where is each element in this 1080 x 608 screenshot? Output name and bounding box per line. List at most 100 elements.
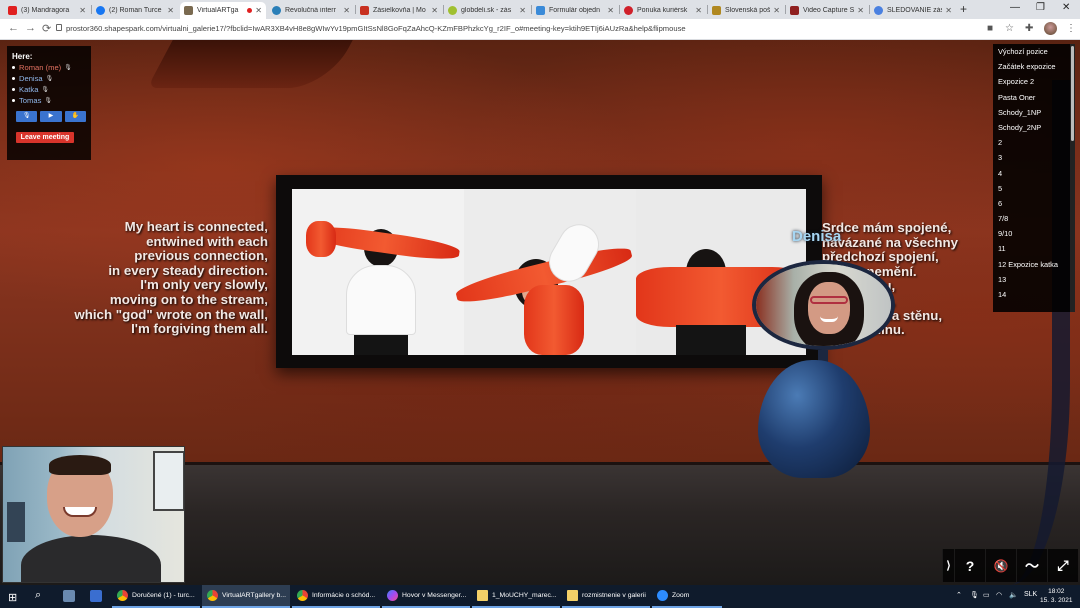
- language-indicator[interactable]: SLK: [1024, 591, 1037, 598]
- leave-meeting-button[interactable]: Leave meeting: [16, 132, 74, 143]
- google-icon: [874, 6, 883, 15]
- viewpoint-item[interactable]: 14: [993, 287, 1075, 302]
- viewpoint-item[interactable]: Výchozí pozice: [993, 44, 1075, 59]
- viewpoint-item[interactable]: Schody_1NP: [993, 105, 1075, 120]
- new-tab-button[interactable]: +: [960, 2, 967, 16]
- viewpoint-item[interactable]: 11: [993, 241, 1075, 256]
- volume-icon[interactable]: 🔈: [1009, 591, 1018, 599]
- close-icon[interactable]: ✕: [79, 6, 86, 15]
- windows-start-icon[interactable]: ⊞: [8, 591, 17, 604]
- search-icon[interactable]: ⌕: [35, 589, 41, 602]
- site-icon: [624, 6, 633, 15]
- reload-button[interactable]: ⟳: [42, 22, 51, 35]
- viewpoint-item[interactable]: 9/10: [993, 226, 1075, 241]
- viewpoint-item[interactable]: Expozice 2: [993, 74, 1075, 89]
- close-icon[interactable]: ✕: [167, 6, 174, 15]
- taskbar-app-zoom[interactable]: Zoom: [652, 585, 722, 608]
- camera-icon[interactable]: ■: [987, 23, 993, 34]
- taskbar-app-folder[interactable]: 1_MoUCHY_marec...: [472, 585, 560, 608]
- clock[interactable]: 18:02 15. 3. 2021: [1040, 587, 1073, 605]
- tab-ponuka[interactable]: Ponuka kuriérsk ✕: [620, 2, 706, 19]
- viewpoints-scrollbar[interactable]: [1070, 44, 1075, 312]
- camera-toggle-button[interactable]: ▶: [40, 111, 62, 122]
- artwork-frame[interactable]: [276, 175, 822, 368]
- close-icon[interactable]: ✕: [607, 6, 614, 15]
- viewpoint-item[interactable]: 4: [993, 166, 1075, 181]
- viewpoint-item[interactable]: 2: [993, 135, 1075, 150]
- expand-controls-button[interactable]: ⟩: [942, 549, 954, 582]
- viewpoint-item[interactable]: 5: [993, 181, 1075, 196]
- site-icon: [360, 6, 369, 15]
- mute-button[interactable]: 🔇: [985, 549, 1016, 582]
- fullscreen-button[interactable]: ⤢: [1047, 549, 1078, 582]
- raise-hand-button[interactable]: ✋: [64, 111, 86, 122]
- close-icon[interactable]: ✕: [431, 6, 438, 15]
- meeting-panel: Here: Roman (me) 🎙 Denisa 🎙 Katka 🎙 Tomas 🎙 …: [7, 46, 91, 160]
- gallery-icon: [184, 6, 193, 15]
- viewpoint-item[interactable]: Pasta Oner: [993, 90, 1075, 105]
- close-icon[interactable]: ✕: [857, 6, 864, 15]
- viewpoint-item[interactable]: Začátek expozice: [993, 59, 1075, 74]
- site-icon: [536, 6, 545, 15]
- taskbar-app-folder[interactable]: rozmistnenie v galerii: [562, 585, 650, 608]
- close-icon[interactable]: ✕: [945, 6, 952, 15]
- bookmark-star-icon[interactable]: ☆: [1005, 23, 1014, 34]
- tab-mandragora[interactable]: (3) Mandragora ✕: [4, 2, 90, 19]
- taskbar-app-chrome-info[interactable]: Informácie o schód...: [292, 585, 380, 608]
- menu-icon[interactable]: ⋮: [1066, 23, 1076, 34]
- guided-tour-button[interactable]: 〜: [1016, 549, 1047, 582]
- taskbar-app-chrome-mail[interactable]: Doručené (1) - turc...: [112, 585, 200, 608]
- viewpoint-item[interactable]: 6: [993, 196, 1075, 211]
- extensions-icon[interactable]: ✚: [1025, 23, 1033, 34]
- tray-expand-icon[interactable]: ⌃: [956, 591, 962, 599]
- participants-heading: Here:: [12, 52, 33, 61]
- mic-icon: 🎙: [45, 76, 54, 82]
- maximize-button[interactable]: ❐: [1036, 2, 1045, 13]
- facebook-icon: [96, 6, 105, 15]
- url-field[interactable]: prostor360.shapespark.com/virtualni_gale…: [66, 24, 686, 33]
- tab-video-capture[interactable]: Video Capture S ✕: [786, 2, 868, 19]
- tab-facebook[interactable]: (2) Roman Turce ✕: [92, 2, 178, 19]
- close-icon[interactable]: ✕: [343, 6, 350, 15]
- viewpoint-item[interactable]: 3: [993, 150, 1075, 165]
- minimize-button[interactable]: —: [1010, 2, 1020, 13]
- youtube-icon: [8, 6, 17, 15]
- profile-avatar[interactable]: [1044, 22, 1057, 35]
- viewpoint-item[interactable]: 12 Expozice katka: [993, 257, 1075, 272]
- taskbar-app-messenger[interactable]: Hovor v Messenger...: [382, 585, 470, 608]
- wifi-icon[interactable]: ◠: [996, 591, 1002, 599]
- close-icon[interactable]: ✕: [255, 6, 262, 15]
- tab-formular[interactable]: Formulár objedn ✕: [532, 2, 618, 19]
- viewpoint-item[interactable]: Schody_2NP: [993, 120, 1075, 135]
- tab-slovenska-posta[interactable]: Slovenská pošta ✕: [708, 2, 784, 19]
- viewpoint-item[interactable]: 13: [993, 272, 1075, 287]
- close-icon[interactable]: ✕: [773, 6, 780, 15]
- calendar-icon[interactable]: [90, 590, 102, 602]
- back-button[interactable]: ←: [8, 22, 19, 34]
- lock-icon: [56, 24, 62, 31]
- mic-toggle-button[interactable]: 🎙: [16, 111, 38, 122]
- help-button[interactable]: ?: [954, 549, 985, 582]
- participant-video-bubble[interactable]: [752, 260, 895, 350]
- close-icon[interactable]: ✕: [519, 6, 526, 15]
- tab-globdeli[interactable]: globdeli.sk - zás ✕: [444, 2, 530, 19]
- site-icon: [712, 6, 721, 15]
- artwork-photo-triptych: [292, 189, 806, 355]
- participant-item: Tomas 🎙: [12, 96, 86, 105]
- tab-zasielkovna[interactable]: Zásielkovňa | Mo ✕: [356, 2, 442, 19]
- taskbar-app-chrome-gallery[interactable]: VirtualARTgallery b...: [202, 585, 290, 608]
- tab-sledovanie[interactable]: SLEDOVANIE zás ✕: [870, 2, 956, 19]
- calculator-icon[interactable]: [63, 590, 75, 602]
- close-icon[interactable]: ✕: [695, 6, 702, 15]
- tab-revolucna[interactable]: Revolučná interr ✕: [268, 2, 354, 19]
- tab-virtualart[interactable]: VirtualARTga ✕: [180, 2, 266, 19]
- close-window-button[interactable]: ✕: [1062, 2, 1070, 13]
- viewpoint-item[interactable]: 7/8: [993, 211, 1075, 226]
- poem-english: My heart is connected, entwined with eac…: [74, 219, 268, 337]
- forward-button[interactable]: →: [25, 22, 36, 34]
- address-bar: ← → ⟳ prostor360.shapespark.com/virtualn…: [0, 19, 1080, 40]
- viewpoints-menu: Výchozí pozice Začátek expozice Expozice…: [993, 44, 1075, 312]
- network-icon[interactable]: ▭: [983, 591, 990, 599]
- microphone-icon[interactable]: 🎙: [970, 591, 979, 599]
- participant-item: Denisa 🎙: [12, 74, 86, 83]
